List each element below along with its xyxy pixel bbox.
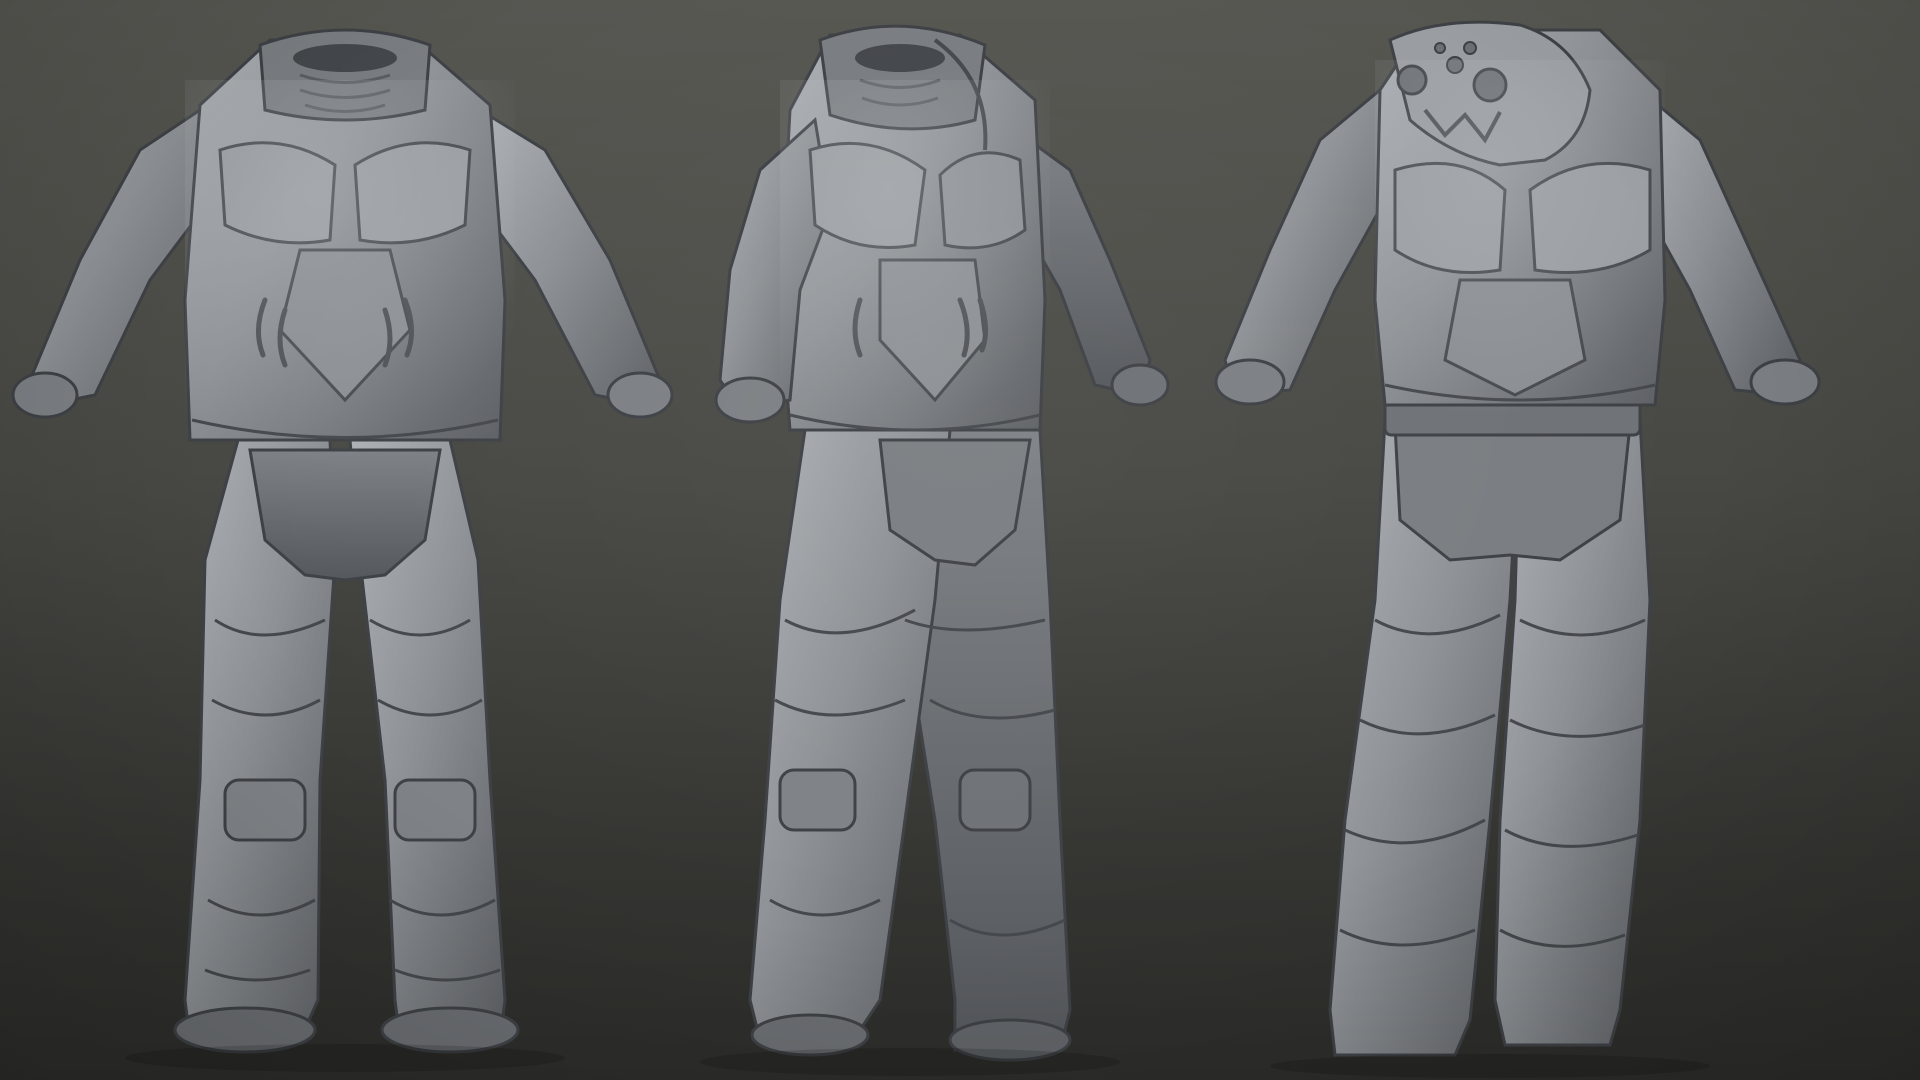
suit-three-quarter-view (714, 24, 1170, 1062)
suit-front-view (11, 28, 674, 1054)
front-left-arm (28, 107, 212, 407)
sculpt-render (11, 20, 1821, 1078)
suit-back-view (1214, 20, 1821, 1057)
sculpt-viewport[interactable] (0, 0, 1920, 1080)
back-left-arm (1223, 86, 1387, 397)
